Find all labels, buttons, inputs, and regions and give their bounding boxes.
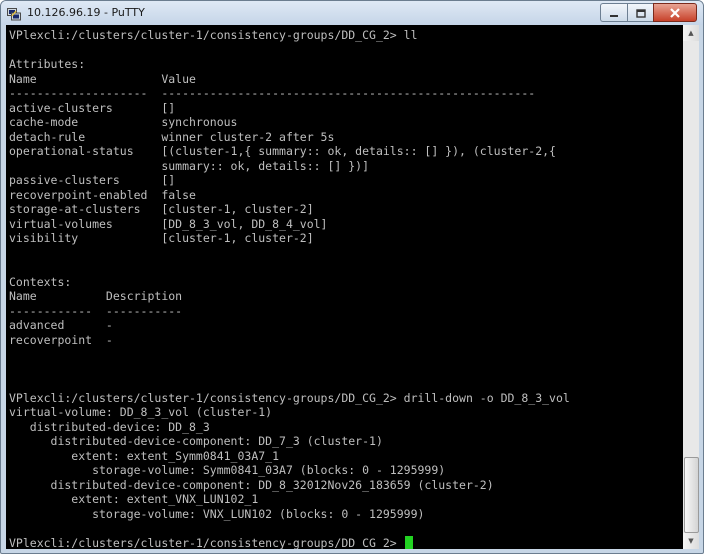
terminal-line: cache-mode synchronous [9,115,238,129]
terminal-line: virtual-volume: DD_8_3_vol (cluster-1) [9,405,273,419]
terminal-line: storage-at-clusters [cluster-1, cluster-… [9,202,314,216]
terminal-line: recoverpoint-enabled false [9,187,196,202]
putty-window: 10.126.96.19 - PuTTY VPlexcli:/clusters/… [0,0,704,554]
terminal-line: active-clusters [] [9,100,176,115]
window-controls [600,3,697,22]
putty-icon[interactable] [7,6,21,21]
terminal-line: detach-rule winner cluster-2 after 5s [9,129,335,144]
terminal-line: advanced - [9,318,113,332]
terminal-line: storage-volume: VNX_LUN102 (blocks: 0 - … [9,506,425,521]
terminal-line: virtual-volumes [DD_8_3_vol, DD_8_4_vol] [9,216,328,231]
terminal-line: extent: extent_VNX_LUN102_1 [9,492,259,506]
terminal-line: VPlexcli:/clusters/cluster-1/consistency… [9,535,683,549]
terminal-line: distributed-device-component: DD_7_3 (cl… [9,434,383,448]
terminal-line: operational-status [(cluster-1,{ summary… [9,144,556,158]
maximize-button[interactable] [627,3,653,22]
terminal-line: extent: extent_Symm0841_03A7_1 [9,448,280,463]
scroll-up-icon: ▲ [688,29,694,37]
terminal-line: Attributes: [9,57,86,71]
terminal-line: recoverpoint - [9,332,113,347]
close-button[interactable] [653,3,697,22]
terminal-line: ------------ ----------- [9,303,183,318]
terminal-line: VPlexcli:/clusters/cluster-1/consistency… [9,390,570,405]
terminal-line: storage-volume: Symm0841_03A7 (blocks: 0… [9,463,446,477]
terminal-output: VPlexcli:/clusters/cluster-1/consistency… [6,25,683,549]
maximize-icon [635,3,646,22]
window-title: 10.126.96.19 - PuTTY [27,6,145,19]
scroll-up-button[interactable]: ▲ [683,25,699,41]
scroll-down-button[interactable]: ▼ [683,533,699,549]
terminal-line: -------------------- -------------------… [9,86,536,100]
terminal-line: passive-clusters [] [9,173,176,187]
vertical-scrollbar[interactable]: ▲ ▼ [683,25,699,549]
terminal-line: Name Value [9,71,196,86]
terminal-line: distributed-device-component: DD_8_32012… [9,477,494,492]
scrollbar-thumb[interactable] [684,457,699,533]
terminal-cursor [404,535,413,549]
terminal-line: Name Description [9,289,183,303]
terminal-line: distributed-device: DD_8_3 [9,419,210,434]
close-icon [670,3,680,22]
terminal-area[interactable]: VPlexcli:/clusters/cluster-1/consistency… [6,25,683,549]
terminal-line: Contexts: [9,274,72,289]
minimize-icon [609,3,619,22]
terminal-line: VPlexcli:/clusters/cluster-1/consistency… [9,28,418,42]
scroll-down-icon: ▼ [688,537,694,545]
minimize-button[interactable] [600,3,627,22]
terminal-line: visibility [cluster-1, cluster-2] [9,231,314,245]
terminal-line: summary:: ok, details:: [] })] [9,158,370,173]
title-bar[interactable]: 10.126.96.19 - PuTTY [1,1,703,25]
